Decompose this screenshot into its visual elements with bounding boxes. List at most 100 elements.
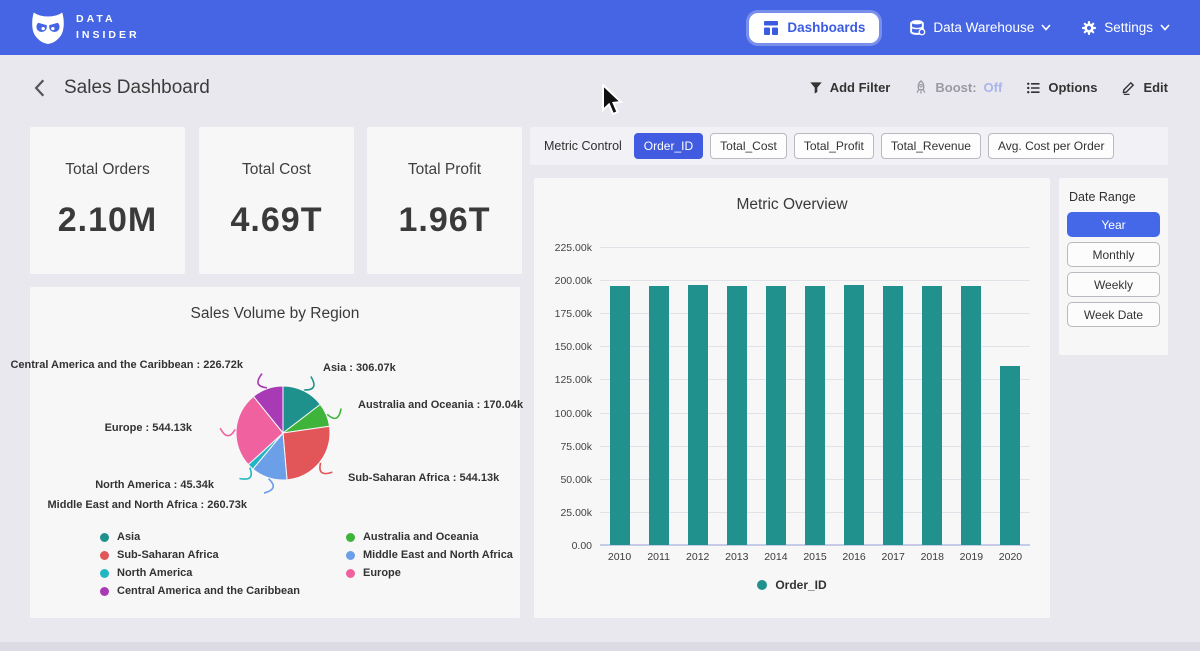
- pie-chart-title: Sales Volume by Region: [30, 287, 520, 323]
- legend-item-europe[interactable]: Europe: [346, 567, 513, 579]
- boost-toggle[interactable]: Boost: Off: [914, 80, 1002, 95]
- metric-option-total-profit[interactable]: Total_Profit: [794, 133, 874, 159]
- y-tick-75.00k: 75.00k: [560, 441, 592, 453]
- legend-label: Australia and Oceania: [363, 531, 479, 543]
- date-range-label: Date Range: [1069, 190, 1160, 204]
- legend-item-central-america-and-the-caribbean[interactable]: Central America and the Caribbean: [100, 585, 300, 597]
- date-range-card: Date Range Year Monthly Weekly Week Date: [1059, 178, 1168, 355]
- pie-callout-central-america-and-the-caribbean: Central America and the Caribbean : 226.…: [10, 359, 243, 371]
- add-filter-label: Add Filter: [830, 80, 891, 95]
- pie-callout-middle-east-and-north-africa: Middle East and North Africa : 260.73k: [48, 499, 247, 511]
- edit-label: Edit: [1143, 80, 1168, 95]
- pie-leader-asia: [304, 377, 314, 390]
- x-tick-2010: 2010: [598, 551, 642, 563]
- kpi-value: 4.69T: [199, 201, 354, 240]
- sales-volume-card: Sales Volume by Region Asia : 306.07kAus…: [30, 287, 520, 618]
- metric-option-total-cost[interactable]: Total_Cost: [710, 133, 787, 159]
- y-tick-125.00k: 125.00k: [555, 374, 592, 386]
- metric-option-total-revenue[interactable]: Total_Revenue: [881, 133, 981, 159]
- bar-2016[interactable]: [844, 285, 864, 545]
- metric-option-order-id[interactable]: Order_ID: [634, 133, 703, 159]
- page-header: Sales Dashboard Add Filter Boost: Off: [0, 55, 1200, 120]
- brand-logo[interactable]: DATA INSIDER: [30, 11, 140, 44]
- bar-2018[interactable]: [922, 286, 942, 545]
- bar-2010[interactable]: [610, 286, 630, 545]
- pie-legend-column: Asia Sub-Saharan Africa North America Centr…: [100, 531, 300, 597]
- kpi-card-total-orders: Total Orders2.10M: [30, 127, 185, 274]
- kpi-card-total-cost: Total Cost 4.69T: [199, 127, 354, 274]
- bar-chart-legend: Order_ID: [534, 578, 1050, 592]
- back-button[interactable]: [32, 78, 48, 98]
- nav-data-warehouse[interactable]: Data Warehouse: [909, 19, 1051, 36]
- legend-dot: [346, 569, 355, 578]
- legend-item-middle-east-and-north-africa[interactable]: Middle East and North Africa: [346, 549, 513, 561]
- x-tick-2014: 2014: [754, 551, 798, 563]
- bar-2020[interactable]: [1000, 366, 1020, 545]
- legend-dot: [346, 551, 355, 560]
- x-tick-2015: 2015: [793, 551, 837, 563]
- bar-chart-y-axis: 0.0025.00k50.00k75.00k100.00k125.00k150.…: [542, 247, 592, 545]
- legend-dot: [100, 569, 109, 578]
- bar-2012[interactable]: [688, 285, 708, 545]
- legend-item-australia-and-oceania[interactable]: Australia and Oceania: [346, 531, 513, 543]
- x-tick-2016: 2016: [832, 551, 876, 563]
- legend-dot: [100, 533, 109, 542]
- rocket-icon: [914, 80, 928, 95]
- bar-2011[interactable]: [649, 286, 669, 545]
- bar-chart-plot: 2010201120122013201420152016201720182019…: [600, 247, 1030, 545]
- metric-option-avg-cost-per-order[interactable]: Avg. Cost per Order: [988, 133, 1115, 159]
- options-button[interactable]: Options: [1026, 80, 1097, 95]
- pie-leader-sub-saharan-africa: [320, 463, 332, 474]
- kpi-value: 2.10M: [30, 201, 185, 240]
- y-tick-0.00: 0.00: [572, 540, 592, 552]
- chevron-down-icon: [1160, 24, 1170, 31]
- options-list-icon: [1026, 81, 1041, 95]
- bar-2015[interactable]: [805, 286, 825, 545]
- pie-callout-australia-and-oceania: Australia and Oceania : 170.04k: [358, 399, 523, 411]
- date-range-options: Year Monthly Weekly Week Date: [1067, 212, 1160, 327]
- nav-data-warehouse-label: Data Warehouse: [933, 20, 1034, 35]
- date-option-monthly[interactable]: Monthly: [1067, 242, 1160, 267]
- bar-2017[interactable]: [883, 286, 903, 545]
- options-label: Options: [1048, 80, 1097, 95]
- owl-logo-icon: [30, 11, 66, 44]
- edit-button[interactable]: Edit: [1121, 80, 1168, 95]
- x-tick-2013: 2013: [715, 551, 759, 563]
- legend-item-sub-saharan-africa[interactable]: Sub-Saharan Africa: [100, 549, 300, 561]
- nav-settings[interactable]: Settings: [1081, 20, 1170, 36]
- y-tick-175.00k: 175.00k: [555, 308, 592, 320]
- date-option-year[interactable]: Year: [1067, 212, 1160, 237]
- legend-dot: [100, 551, 109, 560]
- kpi-value: 1.96T: [367, 201, 522, 240]
- database-icon: [909, 19, 926, 36]
- gridline-225.00k: [600, 247, 1030, 248]
- y-tick-25.00k: 25.00k: [560, 507, 592, 519]
- bar-2014[interactable]: [766, 286, 786, 545]
- date-option-week-date[interactable]: Week Date: [1067, 302, 1160, 327]
- pie-chart-legend: Asia Sub-Saharan Africa North America Centr…: [100, 531, 513, 597]
- metric-control-label: Metric Control: [544, 139, 622, 153]
- x-tick-2019: 2019: [949, 551, 993, 563]
- bar-2013[interactable]: [727, 286, 747, 545]
- nav-settings-label: Settings: [1104, 20, 1153, 35]
- legend-label: Asia: [117, 531, 140, 543]
- bar-2019[interactable]: [961, 286, 981, 545]
- pie-slice-sub-saharan-africa[interactable]: [283, 426, 330, 480]
- pie-legend-column: Australia and Oceania Middle East and Nor…: [346, 531, 513, 597]
- add-filter-button[interactable]: Add Filter: [809, 80, 891, 95]
- legend-item-asia[interactable]: Asia: [100, 531, 300, 543]
- back-chevron-icon: [32, 78, 48, 98]
- kpi-card-total-profit: Total Profit1.96T: [367, 127, 522, 274]
- kpi-label: Total Cost: [199, 161, 354, 179]
- pie-callout-europe: Europe : 544.13k: [105, 422, 192, 434]
- gear-icon: [1081, 20, 1097, 36]
- legend-label: Middle East and North Africa: [363, 549, 513, 561]
- x-tick-2018: 2018: [910, 551, 954, 563]
- nav-dashboards-button[interactable]: Dashboards: [749, 13, 879, 43]
- date-option-weekly[interactable]: Weekly: [1067, 272, 1160, 297]
- boost-label: Boost:: [935, 80, 976, 95]
- y-tick-50.00k: 50.00k: [560, 474, 592, 486]
- gridline-200.00k: [600, 280, 1030, 281]
- legend-item-north-america[interactable]: North America: [100, 567, 300, 579]
- filter-funnel-icon: [809, 81, 823, 95]
